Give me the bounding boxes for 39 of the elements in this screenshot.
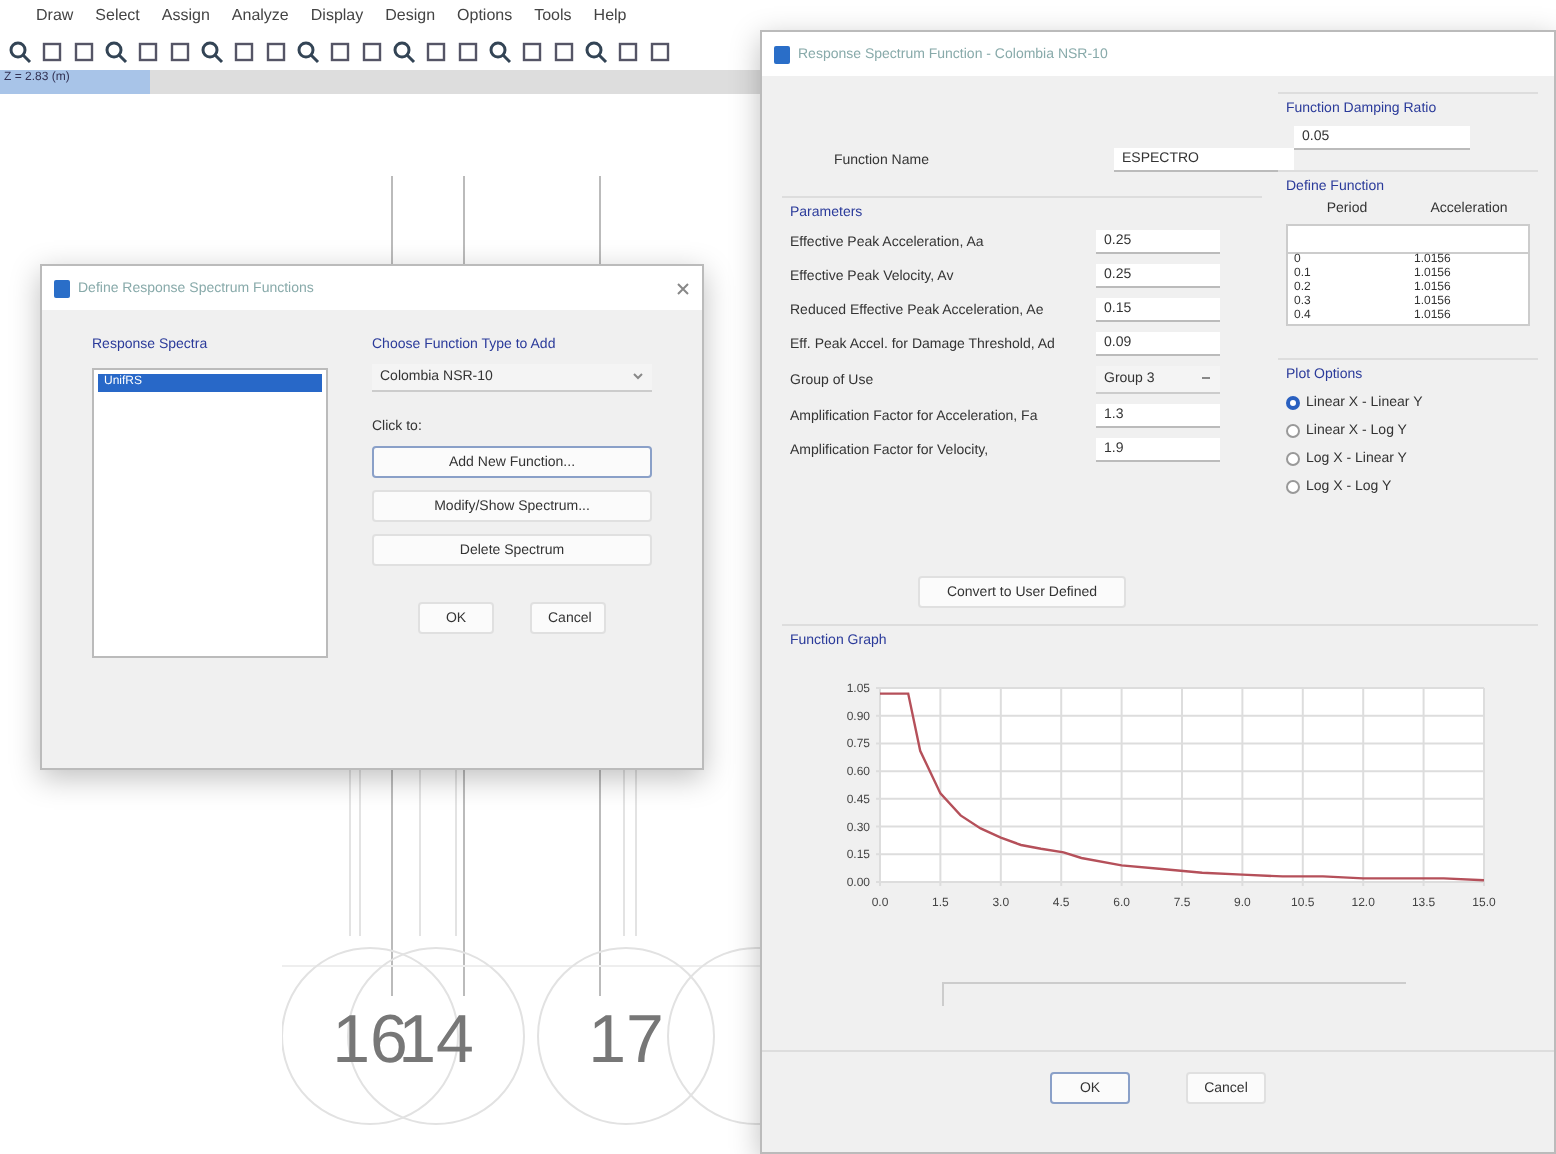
toolbar-icon[interactable] (648, 40, 672, 64)
toolbar-icon[interactable] (456, 40, 480, 64)
menu-item[interactable]: Draw (36, 6, 74, 34)
toolbar-icon[interactable] (328, 40, 352, 64)
menu-item[interactable]: Tools (534, 6, 572, 34)
menu-item[interactable]: Design (385, 6, 436, 34)
menu-item[interactable]: Display (310, 6, 364, 34)
zoom-icon[interactable] (296, 40, 320, 64)
menu-item[interactable]: Analyze (231, 6, 289, 34)
toolbar-icon[interactable] (360, 40, 384, 64)
radio-button[interactable] (1286, 424, 1300, 438)
zoom-icon[interactable] (392, 40, 416, 64)
toolbar-icon[interactable] (424, 40, 448, 64)
toolbar-icon[interactable] (72, 40, 96, 64)
radio-button[interactable] (1286, 452, 1300, 466)
zoom-icon[interactable] (488, 40, 512, 64)
toolbar-icon[interactable] (40, 40, 64, 64)
toolbar-icon[interactable] (232, 40, 256, 64)
toolbar-icon[interactable] (136, 40, 160, 64)
toolbar-icon[interactable] (520, 40, 544, 64)
menu-item[interactable]: Options (457, 6, 513, 34)
menu-item[interactable]: Help (593, 6, 627, 34)
toolbar-icon[interactable] (616, 40, 640, 64)
toolbar-icon[interactable] (264, 40, 288, 64)
grid-bubble-label: 16 (332, 1002, 408, 1078)
app-icon (774, 45, 790, 63)
zoom-icon[interactable] (104, 40, 128, 64)
menu-item[interactable]: Assign (161, 6, 210, 34)
app-icon (54, 279, 70, 297)
toolbar-icon[interactable] (168, 40, 192, 64)
radio-button[interactable] (1286, 396, 1300, 410)
radio-button[interactable] (1286, 480, 1300, 494)
zoom-icon[interactable] (8, 40, 32, 64)
menu-item[interactable]: Select (95, 6, 140, 34)
grid-bubble-label: 17 (588, 1002, 664, 1078)
zoom-icon[interactable] (584, 40, 608, 64)
zoom-icon[interactable] (200, 40, 224, 64)
close-icon[interactable] (676, 281, 690, 295)
toolbar-icon[interactable] (552, 40, 576, 64)
